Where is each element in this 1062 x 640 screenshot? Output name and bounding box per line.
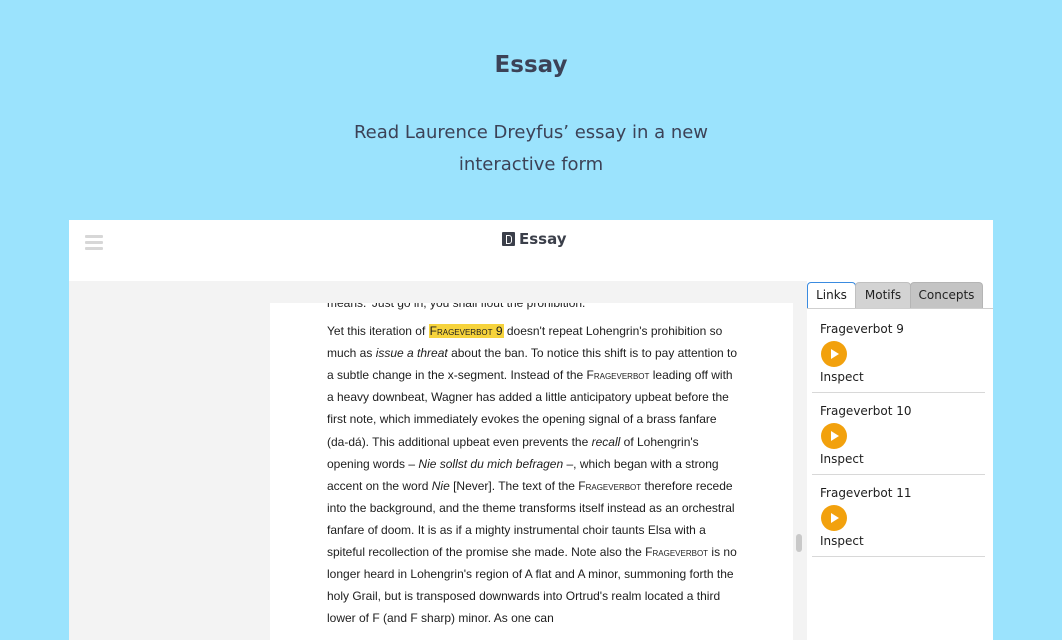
tab-concepts[interactable]: Concepts bbox=[910, 282, 983, 308]
play-icon[interactable] bbox=[821, 423, 847, 449]
app-window: Essay means.’ Just go in, you shall flou… bbox=[69, 220, 993, 640]
link-item: Frageverbot 11 Inspect bbox=[812, 476, 985, 557]
paragraph-run: Yet this iteration of bbox=[327, 324, 429, 339]
side-panel: Links Motifs Concepts Frageverbot 9 Insp… bbox=[807, 281, 993, 640]
inspect-link[interactable]: Inspect bbox=[820, 370, 864, 384]
hero-subtitle: Read Laurence Dreyfus’ essay in a new in… bbox=[353, 122, 709, 175]
hero-title: Essay bbox=[494, 52, 568, 78]
highlighted-motif-link[interactable]: Frageverbot 9 bbox=[428, 324, 504, 339]
paragraph-run: recall bbox=[591, 434, 621, 449]
paragraph-run: issue a threat bbox=[375, 346, 448, 361]
play-icon[interactable] bbox=[821, 341, 847, 367]
link-title[interactable]: Frageverbot 10 bbox=[820, 404, 911, 418]
essay-article: means.’ Just go in, you shall flout the … bbox=[270, 303, 793, 640]
link-item: Frageverbot 10 Inspect bbox=[812, 394, 985, 475]
links-list: Frageverbot 9 Inspect Frageverbot 10 Ins… bbox=[812, 312, 985, 557]
inspect-link[interactable]: Inspect bbox=[820, 452, 864, 466]
paragraph-run: Nie bbox=[431, 478, 450, 493]
inspect-link[interactable]: Inspect bbox=[820, 534, 864, 548]
essay-paragraph: Yet this iteration of Frageverbot 9 does… bbox=[327, 320, 739, 629]
app-title-text: Essay bbox=[519, 230, 567, 248]
article-scrollbar[interactable] bbox=[796, 534, 802, 552]
tab-motifs[interactable]: Motifs bbox=[855, 282, 911, 308]
app-topbar: Essay bbox=[69, 220, 993, 281]
paragraph-run: Frageverbot bbox=[645, 545, 709, 560]
hamburger-menu-icon[interactable] bbox=[85, 235, 103, 251]
play-icon[interactable] bbox=[821, 505, 847, 531]
side-panel-tabs: Links Motifs Concepts bbox=[807, 281, 993, 309]
paragraph-run: Frageverbot bbox=[578, 478, 642, 493]
link-item: Frageverbot 9 Inspect bbox=[812, 312, 985, 393]
link-title[interactable]: Frageverbot 9 bbox=[820, 322, 904, 336]
link-title[interactable]: Frageverbot 11 bbox=[820, 486, 911, 500]
previous-paragraph-fragment: means.’ Just go in, you shall flout the … bbox=[327, 303, 586, 310]
app-title: Essay bbox=[502, 230, 567, 248]
paragraph-run: Nie sollst du mich befragen bbox=[418, 456, 564, 471]
paragraph-run: Frageverbot bbox=[586, 368, 650, 383]
tab-links[interactable]: Links bbox=[807, 282, 856, 308]
paragraph-run: [Never]. The text of the bbox=[449, 478, 579, 493]
document-icon bbox=[502, 232, 515, 246]
